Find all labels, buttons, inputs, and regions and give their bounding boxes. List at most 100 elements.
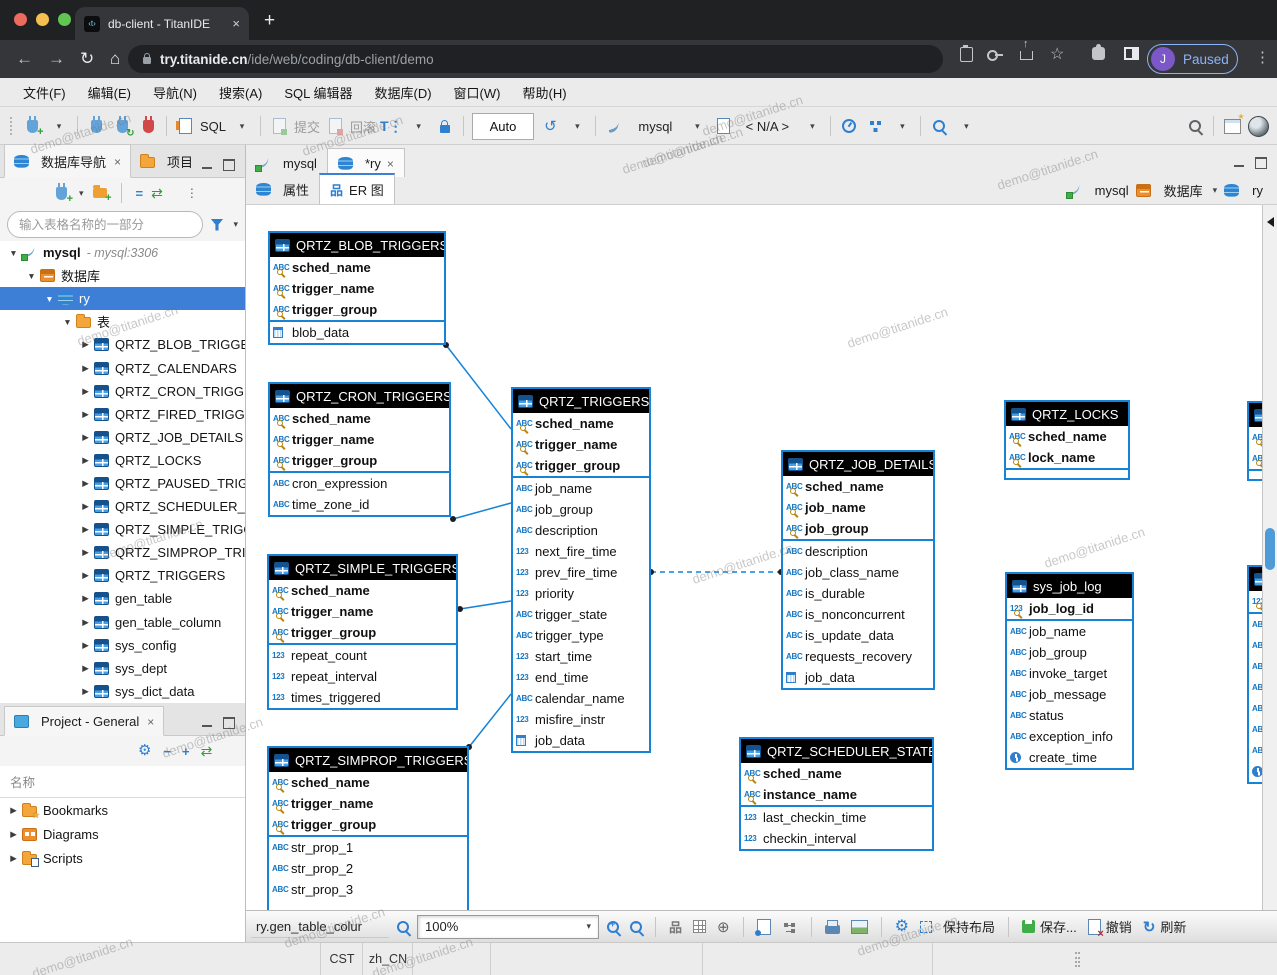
show-notes-button[interactable] [754, 914, 774, 940]
home-icon[interactable]: ⌂ [110, 48, 120, 70]
menu-item-6[interactable]: 窗口(W) [443, 80, 512, 105]
maximize-icon[interactable] [223, 717, 235, 729]
link-editor-icon[interactable]: ⇄ [151, 185, 163, 202]
close-icon[interactable]: × [114, 155, 121, 169]
er-column-row[interactable]: ABCtrigger_group [513, 455, 649, 476]
er-column-row[interactable]: ABCsched_name [1006, 426, 1128, 447]
er-table-header[interactable] [1249, 403, 1262, 427]
editor-tab-mysql[interactable]: mysql [246, 149, 327, 177]
er-column-row[interactable]: ABCdescription [783, 541, 933, 562]
transaction-log-button[interactable]: ↺ [539, 113, 561, 139]
er-table-qrtz_scheduler_state[interactable]: QRTZ_SCHEDULER_STATEABCsched_nameABCinst… [739, 737, 934, 851]
tree-item-qrtz-job-details[interactable]: ▶QRTZ_JOB_DETAILS [0, 426, 245, 449]
connection-selector-dropdown[interactable]: ▾ [686, 113, 708, 139]
er-table-header[interactable]: QRTZ_BLOB_TRIGGERS [270, 233, 444, 257]
er-column-row[interactable]: ABCsched_name [270, 257, 444, 278]
er-table-header[interactable]: QRTZ_JOB_DETAILS [783, 452, 933, 476]
er-column-row[interactable] [1249, 761, 1262, 782]
menu-item-3[interactable]: 搜索(A) [208, 80, 273, 105]
menu-item-4[interactable]: SQL 编辑器 [273, 80, 363, 105]
chevron-right-icon[interactable]: ▶ [80, 593, 91, 604]
er-column-row[interactable]: ABCjob_name [783, 497, 933, 518]
er-column-row[interactable]: create_time [1007, 747, 1132, 768]
breadcrumb-dropdown[interactable]: ▾ [1213, 185, 1218, 196]
project-item-diagrams[interactable]: ▶Diagrams [0, 822, 245, 846]
menu-item-1[interactable]: 编辑(E) [77, 80, 142, 105]
er-column-row[interactable]: ABC [1249, 448, 1262, 469]
close-icon[interactable]: × [147, 715, 154, 729]
tree-item-表[interactable]: ▼表 [0, 310, 245, 333]
scrollbar-thumb[interactable] [1265, 528, 1275, 570]
collapse-all-icon[interactable]: − [163, 744, 170, 759]
transaction-dropdown[interactable]: ▾ [408, 113, 430, 139]
chevron-right-icon[interactable]: ▶ [80, 547, 91, 558]
er-table-partial[interactable]: ABCABC [1247, 401, 1262, 481]
er-column-row[interactable]: ABC [1249, 614, 1262, 635]
chevron-right-icon[interactable]: ▶ [80, 386, 91, 397]
tree-item-qrtz-locks[interactable]: ▶QRTZ_LOCKS [0, 449, 245, 472]
er-column-row[interactable]: ABCis_durable [783, 583, 933, 604]
lock-button[interactable] [434, 113, 456, 139]
breadcrumb-schema[interactable]: ry [1252, 183, 1263, 198]
sql-editor-dropdown[interactable]: ▾ [231, 113, 253, 139]
er-column-row[interactable]: ABC [1249, 698, 1262, 719]
share-icon[interactable] [1020, 51, 1033, 60]
er-column-row[interactable]: ABCtrigger_group [269, 622, 456, 643]
er-column-row[interactable]: 123 [1249, 591, 1262, 612]
chevron-down-icon[interactable]: ▼ [26, 271, 37, 281]
url-bar[interactable]: try.titanide.cn/ide/web/coding/db-client… [128, 45, 943, 73]
chevron-right-icon[interactable]: ▶ [80, 363, 91, 374]
chevron-right-icon[interactable]: ▶ [8, 853, 19, 864]
er-column-row[interactable]: 123priority [513, 583, 649, 604]
connection-selector[interactable]: mysql [629, 113, 681, 139]
er-column-row[interactable]: ABCsched_name [741, 763, 932, 784]
db-search-button[interactable] [928, 113, 950, 139]
tree-item-qrtz-cron-triggers[interactable]: ▶QRTZ_CRON_TRIGGERS [0, 380, 245, 403]
er-table-qrtz_blob_triggers[interactable]: QRTZ_BLOB_TRIGGERSABCsched_name ABCtrigge… [268, 231, 446, 345]
extensions-icon[interactable] [1092, 47, 1105, 60]
er-column-row[interactable]: 123repeat_interval [269, 666, 456, 687]
er-column-row[interactable]: 123start_time [513, 646, 649, 667]
filter-funnel-icon[interactable] [210, 219, 223, 231]
er-column-row[interactable]: ABCtrigger_group [270, 299, 444, 320]
new-folder-icon[interactable] [93, 188, 107, 198]
commit-button[interactable] [268, 113, 290, 139]
zoom-select[interactable]: 100% ▾ [417, 915, 599, 939]
dashboard-button[interactable] [838, 113, 860, 139]
chevron-right-icon[interactable]: ▶ [80, 686, 91, 697]
er-table-sys_job_log[interactable]: sys_job_log123job_log_idABCjob_nameABCjo… [1005, 572, 1134, 770]
er-column-row[interactable]: ABCstatus [1007, 705, 1132, 726]
tree-item-qrtz-simprop-triggers[interactable]: ▶QRTZ_SIMPROP_TRIGGERS [0, 541, 245, 564]
chevron-right-icon[interactable]: ▶ [80, 432, 91, 443]
er-column-row[interactable]: ABC [1249, 656, 1262, 677]
er-column-row[interactable]: blob_data [270, 322, 444, 343]
rollback-button[interactable] [324, 113, 346, 139]
er-column-row[interactable]: ABCexception_info [1007, 726, 1132, 747]
undo-button[interactable]: 撤销 [1085, 914, 1135, 940]
er-column-row[interactable]: ABCcron_expression [270, 473, 449, 494]
er-column-row[interactable]: job_data [783, 667, 933, 688]
er-column-row[interactable]: ABCinvoke_target [1007, 663, 1132, 684]
er-column-row[interactable]: ABCjob_group [783, 518, 933, 539]
fit-canvas-button[interactable]: ⊕ [714, 914, 733, 940]
profile-paused-badge[interactable]: J Paused [1147, 44, 1238, 74]
er-column-row[interactable]: ABCis_update_data [783, 625, 933, 646]
er-column-row[interactable]: 123times_triggered [269, 687, 456, 708]
diagram-search-button[interactable] [394, 914, 412, 940]
er-column-row[interactable]: ABC [1249, 719, 1262, 740]
er-column-row[interactable]: ABCtrigger_state [513, 604, 649, 625]
db-search-dropdown[interactable]: ▾ [955, 113, 977, 139]
chevron-right-icon[interactable]: ▶ [80, 570, 91, 581]
database-selector[interactable]: < N/A > [738, 113, 796, 139]
tab-database-navigator[interactable]: 数据库导航 × [4, 144, 131, 178]
sql-editor-button[interactable] [174, 113, 196, 139]
er-column-row[interactable]: job_data [513, 730, 649, 751]
zoom-in-button[interactable] [604, 914, 622, 940]
er-column-row[interactable]: ABCinstance_name [741, 784, 932, 805]
er-column-row[interactable]: ABCcalendar_name [513, 688, 649, 709]
save-button[interactable]: 保存... [1019, 914, 1080, 940]
er-column-row[interactable]: 123last_checkin_time [741, 807, 932, 828]
chevron-down-icon[interactable]: ▼ [44, 294, 55, 304]
minimize-icon[interactable] [202, 162, 212, 169]
er-table-header[interactable]: QRTZ_TRIGGERS [513, 389, 649, 413]
